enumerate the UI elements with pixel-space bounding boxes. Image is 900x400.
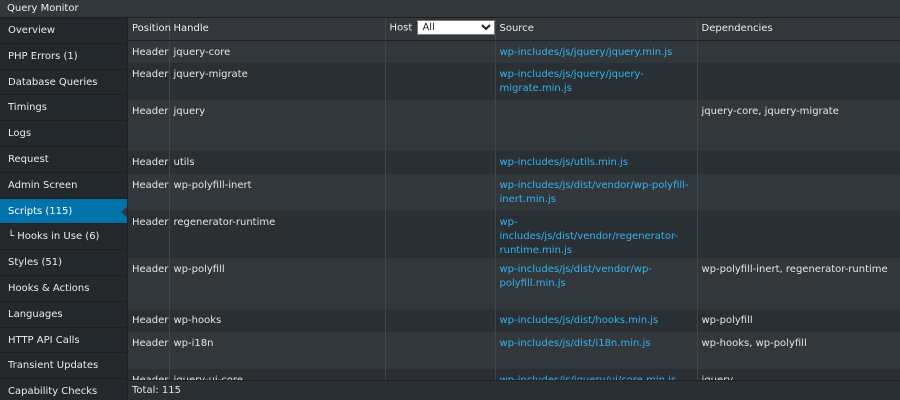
sidebar-item-languages[interactable]: Languages <box>0 302 127 328</box>
sidebar-item-http-api-calls[interactable]: HTTP API Calls <box>0 328 127 354</box>
cell-dependencies: wp-polyfill-inert, regenerator-runtime <box>697 258 900 309</box>
cell-position: Header <box>128 211 170 258</box>
cell-source: wp-includes/js/dist/vendor/wp-polyfill.m… <box>495 258 698 309</box>
cell-dependencies <box>697 151 900 174</box>
cell-source: wp-includes/js/dist/vendor/regenerator-r… <box>495 211 698 258</box>
cell-source: wp-includes/js/jquery/jquery.min.js <box>495 40 698 63</box>
sidebar-item-hooks-in-use[interactable]: └ Hooks in Use (6) <box>0 224 127 251</box>
cell-dependencies: jquery-core, jquery-migrate <box>697 100 900 151</box>
cell-dependencies: wp-polyfill <box>697 309 900 332</box>
table-footer: Total: 115 <box>128 380 900 400</box>
column-header-position[interactable]: Position <box>128 18 171 41</box>
table-row: Header wp-hooks wp-includes/js/dist/hooks.… <box>128 309 900 332</box>
sidebar-item-request[interactable]: Request <box>0 147 127 173</box>
cell-source: wp-includes/js/dist/i18n.min.js <box>495 332 698 369</box>
cell-dependencies <box>697 174 900 211</box>
cell-position: Header <box>128 174 170 211</box>
source-link[interactable]: wp-includes/js/utils.min.js <box>500 157 629 168</box>
cell-handle: jquery <box>169 100 386 151</box>
cell-dependencies <box>697 211 900 258</box>
sidebar-item-capability-checks[interactable]: Capability Checks <box>0 379 127 400</box>
sidebar-item-admin-screen[interactable]: Admin Screen <box>0 173 127 199</box>
cell-host <box>385 100 496 151</box>
table-row: Header wp-polyfill-inert wp-includes/js/di… <box>128 174 900 211</box>
cell-handle: wp-polyfill <box>169 258 386 309</box>
cell-host <box>385 258 496 309</box>
cell-handle: wp-hooks <box>169 309 386 332</box>
column-header-dependencies[interactable]: Dependencies <box>697 18 900 41</box>
cell-host <box>385 332 496 369</box>
window-title: Query Monitor <box>0 0 900 18</box>
source-link[interactable]: wp-includes/js/jquery/jquery-migrate.min… <box>500 69 644 94</box>
sidebar-item-timings[interactable]: Timings <box>0 95 127 122</box>
cell-host <box>385 211 496 258</box>
host-filter-select[interactable]: All <box>417 20 496 35</box>
cell-position: Header <box>128 100 170 151</box>
cell-handle: wp-polyfill-inert <box>169 174 386 211</box>
sidebar-item-database-queries[interactable]: Database Queries <box>0 70 127 96</box>
cell-handle: regenerator-runtime <box>169 211 386 258</box>
cell-handle: jquery-migrate <box>169 63 386 100</box>
cell-dependencies <box>697 40 900 63</box>
cell-dependencies <box>697 63 900 100</box>
column-header-host: Host All <box>385 18 496 41</box>
source-link[interactable]: wp-includes/js/dist/i18n.min.js <box>500 338 651 349</box>
cell-position: Header <box>128 63 170 100</box>
cell-dependencies: wp-hooks, wp-polyfill <box>697 332 900 369</box>
scripts-table: Position Handle Host All Source Dependen… <box>128 18 900 392</box>
sidebar-item-scripts[interactable]: Scripts (115) <box>0 198 127 225</box>
sidebar-item-hooks-actions[interactable]: Hooks & Actions <box>0 276 127 302</box>
cell-handle: wp-i18n <box>169 332 386 369</box>
table-row: Header wp-i18n wp-includes/js/dist/i18n.mi… <box>128 332 900 369</box>
cell-host <box>385 40 496 63</box>
sidebar-item-logs[interactable]: Logs <box>0 121 127 147</box>
table-row: Header wp-polyfill wp-includes/js/dist/ven… <box>128 258 900 309</box>
cell-source: wp-includes/js/jquery/jquery-migrate.min… <box>495 63 698 100</box>
table-row: Header regenerator-runtime wp-includes/js/… <box>128 211 900 258</box>
cell-position: Header <box>128 40 170 63</box>
host-label: Host <box>389 22 413 34</box>
source-link[interactable]: wp-includes/js/dist/vendor/wp-polyfill-i… <box>500 180 689 205</box>
column-header-source[interactable]: Source <box>495 18 698 41</box>
sidebar-item-styles[interactable]: Styles (51) <box>0 250 127 276</box>
scripts-panel: Position Handle Host All Source Dependen… <box>127 18 900 400</box>
cell-position: Header <box>128 309 170 332</box>
cell-host <box>385 174 496 211</box>
table-row: Header utils wp-includes/js/utils.min.js <box>128 151 900 174</box>
cell-position: Header <box>128 332 170 369</box>
source-link[interactable]: wp-includes/js/dist/vendor/regenerator-r… <box>500 217 679 256</box>
cell-host <box>385 63 496 100</box>
table-header-row: Position Handle Host All Source Dependen… <box>128 18 900 41</box>
sidebar-item-overview[interactable]: Overview <box>0 18 127 44</box>
cell-source <box>495 100 698 151</box>
total-count: Total: 115 <box>132 385 181 396</box>
source-link[interactable]: wp-includes/js/dist/hooks.min.js <box>500 315 659 326</box>
sidebar: Overview PHP Errors (1) Database Queries Ti… <box>0 18 127 400</box>
table-row: Header jquery jquery-core, jquery-migrate <box>128 100 900 151</box>
column-header-handle[interactable]: Handle <box>169 18 386 41</box>
cell-host <box>385 151 496 174</box>
source-link[interactable]: wp-includes/js/dist/vendor/wp-polyfill.m… <box>500 264 652 289</box>
cell-host <box>385 309 496 332</box>
cell-position: Header <box>128 258 170 309</box>
sidebar-item-transient-updates[interactable]: Transient Updates <box>0 353 127 380</box>
cell-position: Header <box>128 151 170 174</box>
sidebar-item-php-errors[interactable]: PHP Errors (1) <box>0 44 127 70</box>
cell-source: wp-includes/js/dist/vendor/wp-polyfill-i… <box>495 174 698 211</box>
cell-handle: jquery-core <box>169 40 386 63</box>
table-row: Header jquery-core wp-includes/js/jquery/j… <box>128 40 900 63</box>
table-row: Header jquery-migrate wp-includes/js/jquer… <box>128 63 900 100</box>
cell-source: wp-includes/js/utils.min.js <box>495 151 698 174</box>
cell-handle: utils <box>169 151 386 174</box>
cell-source: wp-includes/js/dist/hooks.min.js <box>495 309 698 332</box>
source-link[interactable]: wp-includes/js/jquery/jquery.min.js <box>500 47 673 58</box>
